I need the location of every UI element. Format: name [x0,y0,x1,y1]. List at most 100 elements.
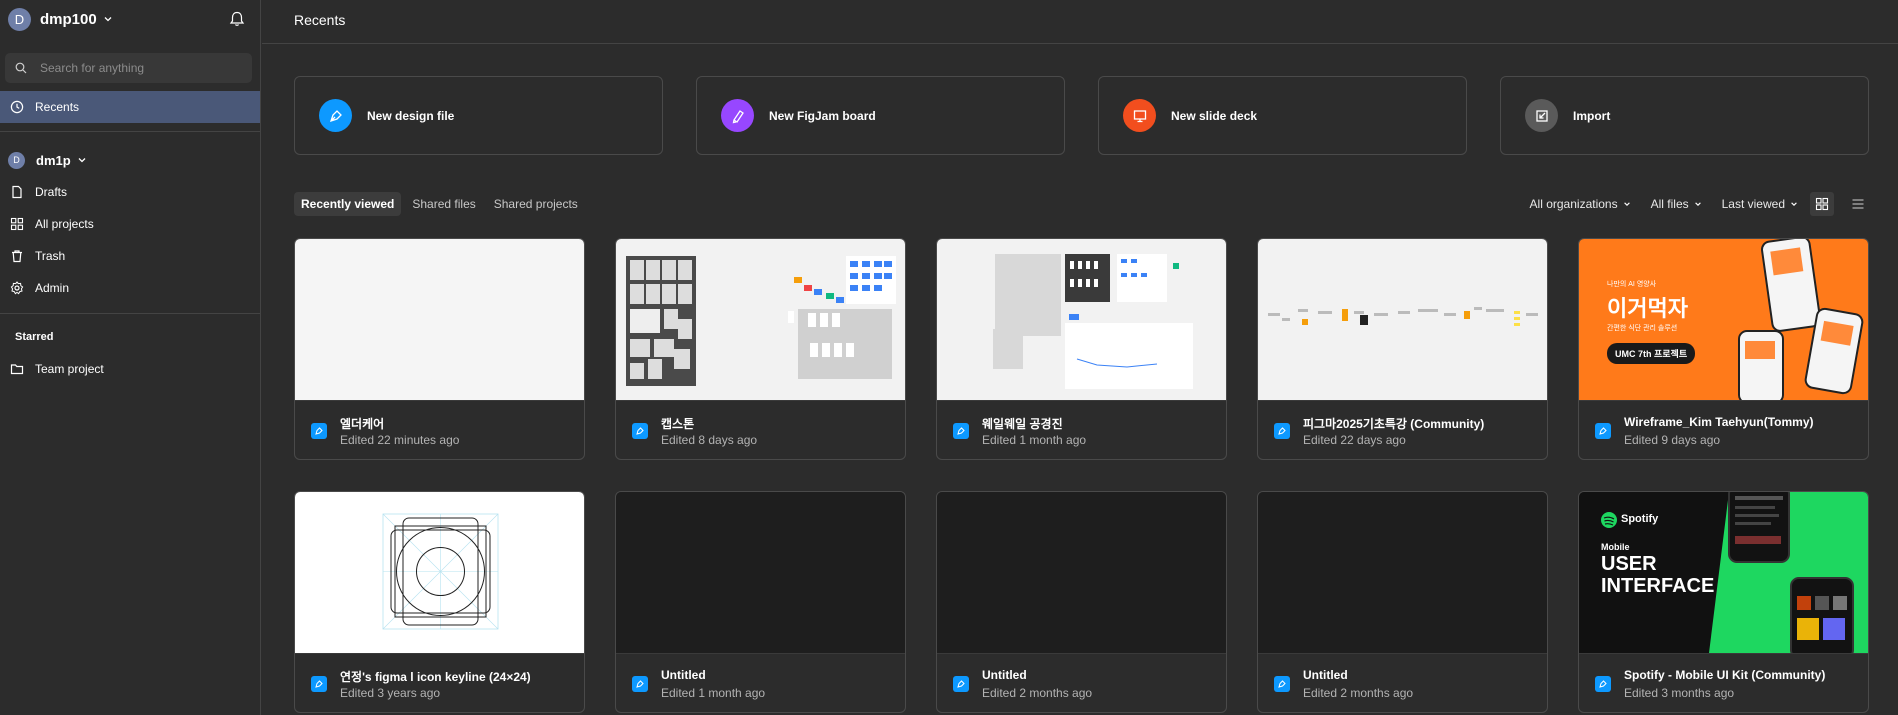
file-card[interactable]: 나만의 AI 영양사 이거먹자 간편한 식단 관리 솔루션 UMC 7th 프로… [1578,238,1869,460]
sidebar-item-drafts[interactable]: Drafts [0,176,260,208]
file-name: Untitled [1303,668,1348,682]
sidebar-divider [0,131,260,132]
file-tabs: Recently viewed Shared files Shared proj… [294,192,589,216]
file-card[interactable]: Spotify Mobile USER INTERFACE Spotify - … [1578,491,1869,713]
file-type-filter[interactable]: All files [1651,197,1702,211]
pen-icon [319,99,352,132]
file-name: Untitled [661,668,706,682]
file-edited-time: Edited 2 months ago [982,686,1093,700]
sidebar: D dmp100 Recents D dm1p Drafts All proje… [0,0,261,715]
design-file-icon [311,676,327,692]
slides-icon [1123,99,1156,132]
starred-section-title: Starred [15,331,54,343]
sidebar-item-team-project[interactable]: Team project [0,353,260,385]
new-slide-deck-button[interactable]: New slide deck [1098,76,1467,155]
file-card[interactable]: 연정's figma l icon keyline (24×24) Edited… [294,491,585,713]
file-name: 연정's figma l icon keyline (24×24) [340,670,531,684]
create-card-label: New FigJam board [769,108,876,123]
create-card-label: New design file [367,108,455,123]
sidebar-item-admin[interactable]: Admin [0,272,260,304]
file-name: 피그마2025기초특강 (Community) [1303,417,1485,431]
page-title: Recents [294,12,346,28]
file-card-footer: 웨일웨일 공경진 Edited 1 month ago [937,400,1226,459]
sidebar-item-all-projects[interactable]: All projects [0,208,260,240]
file-edited-time: Edited 3 months ago [1624,686,1735,700]
file-edited-time: Edited 1 month ago [982,433,1087,447]
org-switcher[interactable]: D dm1p [8,150,87,170]
list-view-button[interactable] [1846,192,1870,216]
team-avatar: D [8,7,31,31]
file-thumbnail [616,492,905,653]
import-button[interactable]: Import [1500,76,1869,155]
sidebar-item-label: Recents [35,100,80,114]
file-card[interactable]: 캡스톤 Edited 8 days ago [615,238,906,460]
marker-icon [721,99,754,132]
tab-recently-viewed[interactable]: Recently viewed [294,192,402,216]
create-card-label: Import [1573,108,1611,123]
file-card-footer: 캡스톤 Edited 8 days ago [616,400,905,459]
file-card-footer: 연정's figma l icon keyline (24×24) Edited… [295,653,584,712]
file-card[interactable]: 피그마2025기초특강 (Community) Edited 22 days a… [1257,238,1548,460]
file-thumbnail: 나만의 AI 영양사 이거먹자 간편한 식단 관리 솔루션 UMC 7th 프로… [1579,239,1868,400]
file-edited-time: Edited 8 days ago [661,433,758,447]
search-icon [15,62,27,74]
thumbnail-title-line2: INTERFACE [1601,575,1715,597]
new-design-file-button[interactable]: New design file [294,76,663,155]
filter-bar: All organizations All files Last viewed [1510,192,1870,216]
tab-shared-files[interactable]: Shared files [405,192,482,216]
design-file-icon [1595,676,1611,692]
file-card-footer: Untitled Edited 2 months ago [1258,653,1547,712]
file-card-footer: Wireframe_Kim Taehyun(Tommy) Edited 9 da… [1579,400,1868,459]
file-card[interactable]: Untitled Edited 1 month ago [615,491,906,713]
team-switcher[interactable]: D dmp100 [8,7,113,31]
design-file-icon [1595,423,1611,439]
sidebar-divider [0,313,260,314]
create-card-label: New slide deck [1171,108,1258,123]
filter-label: All files [1650,197,1689,211]
tab-shared-projects[interactable]: Shared projects [487,192,585,216]
sidebar-item-label: Admin [35,281,70,295]
chevron-down-icon [1694,202,1701,206]
clock-icon [10,100,24,114]
sidebar-item-trash[interactable]: Trash [0,240,260,272]
sidebar-item-label: Trash [35,249,66,263]
team-name: dmp100 [40,10,97,28]
design-file-icon [1274,676,1290,692]
file-name: 엘더케어 [340,417,385,431]
filter-label: Last viewed [1721,197,1785,211]
figma-app: D dmp100 Recents D dm1p Drafts All proje… [0,0,1898,715]
file-card-footer: Untitled Edited 2 months ago [937,653,1226,712]
sidebar-item-label: Drafts [35,185,68,199]
file-card[interactable]: Untitled Edited 2 months ago [936,491,1227,713]
file-thumbnail [937,492,1226,653]
sort-filter[interactable]: Last viewed [1722,197,1798,211]
file-card[interactable]: Untitled Edited 2 months ago [1257,491,1548,713]
search-input[interactable] [40,61,240,75]
file-card[interactable]: 엘더케어 Edited 22 minutes ago [294,238,585,460]
thumbnail-title-line1: USER [1601,553,1657,575]
top-bar: Recents [262,0,1898,44]
grid-icon [10,217,24,231]
sidebar-item-recents[interactable]: Recents [0,91,260,123]
organization-filter[interactable]: All organizations [1530,197,1631,211]
sidebar-item-label: All projects [35,217,94,231]
org-name: dm1p [36,152,71,168]
file-card-footer: 피그마2025기초특강 (Community) Edited 22 days a… [1258,400,1547,459]
file-thumbnail: Spotify Mobile USER INTERFACE [1579,492,1868,653]
file-name: Spotify - Mobile UI Kit (Community) [1624,668,1826,682]
grid-view-button[interactable] [1810,192,1834,216]
new-figjam-board-button[interactable]: New FigJam board [696,76,1065,155]
gear-icon [10,281,24,295]
chevron-down-icon [1791,202,1797,206]
design-file-icon [632,423,648,439]
file-card[interactable]: 웨일웨일 공경진 Edited 1 month ago [936,238,1227,460]
search-field[interactable] [5,53,252,83]
chevron-down-icon [78,158,86,163]
file-thumbnail [295,492,584,653]
file-thumbnail [1258,239,1547,400]
thumbnail-subtitle: Mobile [1601,542,1630,552]
file-card-footer: Untitled Edited 1 month ago [616,653,905,712]
sidebar-item-label: Team project [35,362,104,376]
bell-icon[interactable] [228,10,246,28]
file-edited-time: Edited 22 days ago [1303,433,1406,447]
